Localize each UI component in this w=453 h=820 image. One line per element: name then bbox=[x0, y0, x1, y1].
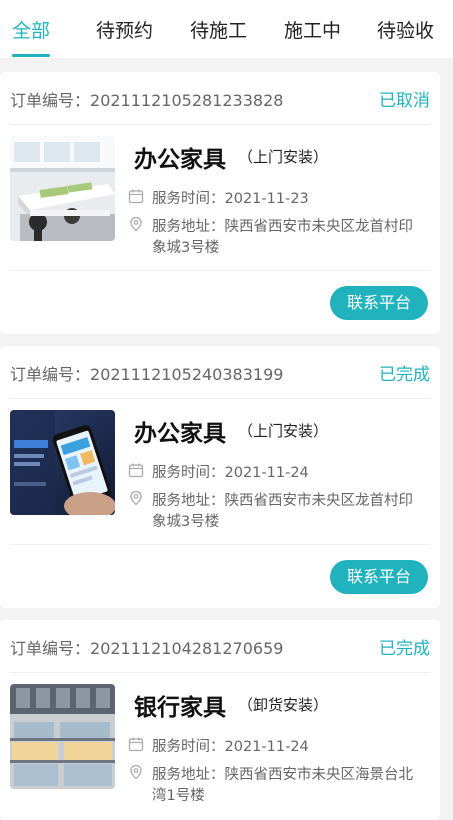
tab-pending-acceptance[interactable]: 待验收 bbox=[377, 16, 434, 43]
order-number: 订单编号：2021112105240383199 bbox=[10, 361, 283, 385]
order-number-value: 2021112105281233828 bbox=[90, 91, 284, 110]
tab-all[interactable]: 全部 bbox=[12, 16, 50, 43]
service-address-label: 服务地址： bbox=[152, 767, 225, 783]
calendar-icon bbox=[128, 463, 144, 478]
location-pin-icon bbox=[130, 764, 142, 780]
order-status: 已取消 bbox=[379, 91, 430, 111]
service-title: 办公家具 bbox=[134, 147, 226, 173]
tab-in-construction[interactable]: 施工中 bbox=[284, 16, 341, 43]
order-number: 订单编号：2021112105281233828 bbox=[10, 87, 283, 111]
service-time: 服务时间：2021-11-24 bbox=[152, 461, 309, 482]
service-time-label: 服务时间： bbox=[152, 191, 225, 207]
order-card[interactable]: 订单编号：2021112105240383199 已完成 办公家具 （上门安装）… bbox=[0, 346, 440, 608]
tab-pending-construction[interactable]: 待施工 bbox=[190, 16, 247, 43]
service-address-label: 服务地址： bbox=[152, 219, 225, 235]
tab-pending-appointment[interactable]: 待预约 bbox=[96, 16, 153, 43]
service-address-line1: 陕西省西安市未央区海景台北 bbox=[224, 767, 414, 783]
service-address-line2: 湾1号楼 bbox=[152, 788, 205, 804]
order-number-label: 订单编号： bbox=[10, 639, 91, 658]
order-status: 已完成 bbox=[379, 639, 430, 659]
product-image-office-furniture[interactable] bbox=[10, 136, 115, 241]
service-title: 银行家具 bbox=[134, 695, 226, 721]
service-address-line1: 陕西省西安市未央区龙首村印 bbox=[224, 493, 414, 509]
order-number-label: 订单编号： bbox=[10, 365, 91, 384]
contact-platform-button[interactable]: 联系平台 bbox=[330, 286, 428, 320]
service-time-value: 2021-11-24 bbox=[224, 465, 309, 481]
service-time-label: 服务时间： bbox=[152, 739, 225, 755]
service-time-value: 2021-11-24 bbox=[224, 739, 309, 755]
service-time-value: 2021-11-23 bbox=[224, 191, 309, 207]
order-number-value: 2021112104281270659 bbox=[90, 639, 284, 658]
service-time: 服务时间：2021-11-24 bbox=[152, 735, 309, 756]
order-card[interactable]: 订单编号：2021112104281270659 已完成 银行家具 （卸货安装） bbox=[0, 620, 440, 820]
order-header: 订单编号：2021112105281233828 已取消 bbox=[10, 72, 430, 125]
service-address: 服务地址：陕西省西安市未央区龙首村印 bbox=[152, 489, 413, 510]
service-subtitle: （卸货安装） bbox=[238, 696, 329, 714]
order-header: 订单编号：2021112104281270659 已完成 bbox=[10, 620, 430, 673]
service-address-line1: 陕西省西安市未央区龙首村印 bbox=[224, 219, 414, 235]
service-time-label: 服务时间： bbox=[152, 465, 225, 481]
order-header: 订单编号：2021112105240383199 已完成 bbox=[10, 346, 430, 399]
card-divider bbox=[10, 270, 430, 271]
order-number-value: 2021112105240383199 bbox=[90, 365, 284, 384]
order-number: 订单编号：2021112104281270659 bbox=[10, 635, 283, 659]
service-subtitle: （上门安装） bbox=[238, 148, 329, 166]
order-status: 已完成 bbox=[379, 365, 430, 385]
service-address-label: 服务地址： bbox=[152, 493, 225, 509]
service-title: 办公家具 bbox=[134, 421, 226, 447]
service-address-line2: 象城3号楼 bbox=[152, 240, 220, 256]
service-time: 服务时间：2021-11-23 bbox=[152, 187, 309, 208]
service-subtitle: （上门安装） bbox=[238, 422, 329, 440]
product-image-bank-furniture[interactable] bbox=[10, 684, 115, 789]
calendar-icon bbox=[128, 189, 144, 204]
product-image-phone-app[interactable] bbox=[10, 410, 115, 515]
contact-platform-button[interactable]: 联系平台 bbox=[330, 560, 428, 594]
location-pin-icon bbox=[130, 490, 142, 506]
calendar-icon bbox=[128, 737, 144, 752]
service-address-line2: 象城3号楼 bbox=[152, 514, 220, 530]
active-tab-indicator bbox=[12, 54, 50, 57]
service-address: 服务地址：陕西省西安市未央区龙首村印 bbox=[152, 215, 413, 236]
location-pin-icon bbox=[130, 216, 142, 232]
order-card[interactable]: 订单编号：2021112105281233828 已取消 办公家具 （上门安装） bbox=[0, 72, 440, 334]
card-divider bbox=[10, 544, 430, 545]
order-status-tabs: 全部 待预约 待施工 施工中 待验收 bbox=[0, 0, 453, 58]
order-number-label: 订单编号： bbox=[10, 91, 91, 110]
service-address: 服务地址：陕西省西安市未央区海景台北 bbox=[152, 763, 413, 784]
